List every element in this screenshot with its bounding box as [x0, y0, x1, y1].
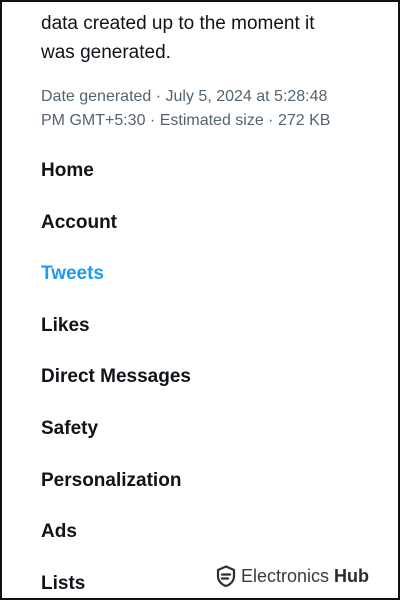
nav-item-safety[interactable]: Safety [41, 413, 191, 465]
nav-item-likes[interactable]: Likes [41, 310, 191, 362]
nav-item-lists[interactable]: Lists [41, 568, 191, 598]
electronics-hub-logo-icon [216, 565, 236, 587]
watermark: Electronics Hub [216, 562, 369, 590]
archive-description-line: was generated. [41, 42, 171, 63]
archive-description-line: data created up to the moment it [41, 13, 315, 34]
archive-metadata: Date generated · July 5, 2024 at 5:28:48… [41, 85, 386, 133]
nav-item-ads[interactable]: Ads [41, 516, 191, 568]
nav-item-account[interactable]: Account [41, 207, 191, 259]
nav-item-direct-messages[interactable]: Direct Messages [41, 361, 191, 413]
nav-item-tweets[interactable]: Tweets [41, 258, 191, 310]
nav-item-personalization[interactable]: Personalization [41, 465, 191, 517]
archive-description: data created up to the moment it was gen… [41, 9, 381, 67]
archive-metadata-line: Date generated · July 5, 2024 at 5:28:48 [41, 88, 328, 105]
nav-item-home[interactable]: Home [41, 155, 191, 207]
screenshot-frame: data created up to the moment it was gen… [0, 0, 400, 600]
archive-metadata-line: PM GMT+5:30 · Estimated size · 272 KB [41, 112, 331, 129]
watermark-brand: Electronics [241, 565, 330, 586]
watermark-brand-suffix: Hub [334, 565, 370, 586]
archive-nav: Home Account Tweets Likes Direct Message… [41, 155, 191, 598]
